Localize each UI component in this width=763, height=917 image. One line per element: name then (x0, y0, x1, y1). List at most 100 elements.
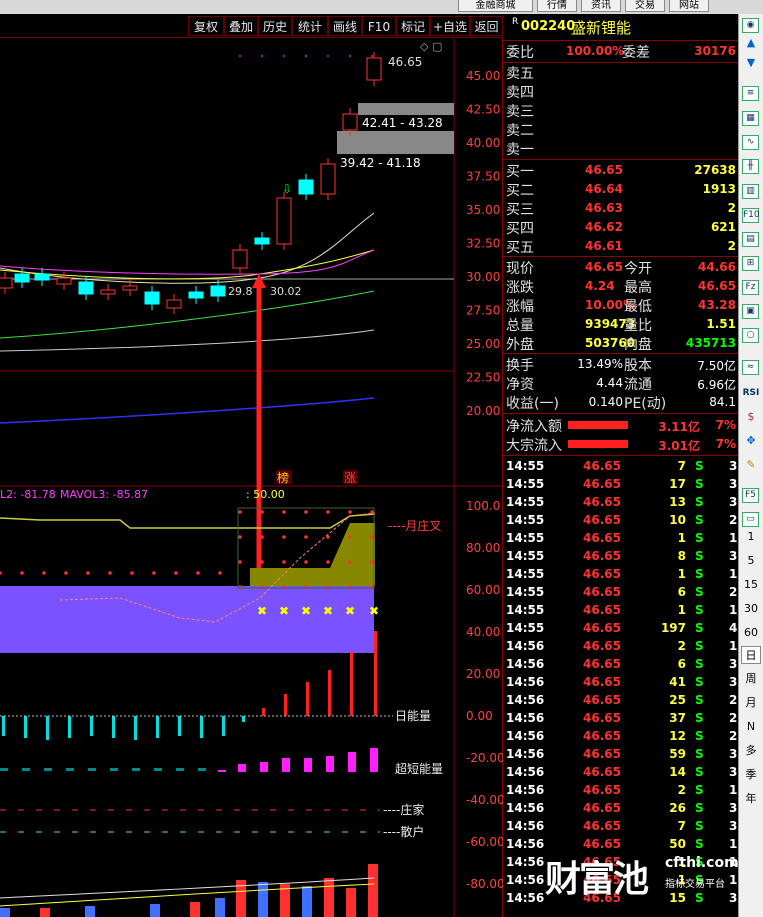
signal-dot (282, 535, 286, 539)
candle-body (276, 197, 292, 245)
list-icon[interactable]: ≡ (742, 86, 759, 101)
kline-chart-area[interactable]: 45.00 42.50 40.00 37.50 35.00 32.50 30.00 27.50… (0, 38, 503, 917)
buy-row[interactable]: 买四 46.62 621 (503, 218, 738, 237)
tick-price: 46.65 (583, 513, 621, 527)
period-60m[interactable]: 60 (741, 624, 761, 642)
indicator-tick: 40.00 (466, 625, 500, 639)
f10-button[interactable]: F10 (362, 16, 396, 36)
tick-volume: 2 (677, 783, 686, 797)
mark-button[interactable]: 标记 (396, 16, 430, 36)
menu-quotes[interactable]: 行情 (537, 0, 577, 12)
tick-time: 14:56 (506, 729, 545, 743)
app-icon[interactable]: ◉ (742, 18, 759, 33)
tick-side: S (695, 621, 704, 635)
tick-side: S (695, 531, 704, 545)
tick-price: 46.65 (583, 675, 621, 689)
menu-news[interactable]: 资讯 (581, 0, 621, 12)
period-15m[interactable]: 15 (741, 576, 761, 594)
bars-icon[interactable]: ▥ (742, 184, 759, 199)
signal-dot (196, 571, 200, 575)
buy-row[interactable]: 买二 46.64 1913 (503, 180, 738, 199)
chao-duan-bar-neg (198, 768, 206, 771)
arrow-up-icon[interactable]: ▲ (741, 34, 761, 52)
pencil-icon[interactable]: ✎ (741, 456, 761, 474)
volume-bar (150, 904, 160, 917)
buy-volume: 27638 (694, 163, 736, 177)
table-icon[interactable]: ▤ (742, 232, 759, 247)
period-1m[interactable]: 1 (741, 528, 761, 546)
volume-ma (0, 877, 375, 899)
period-week[interactable]: 周 (741, 670, 761, 688)
quote-row: 总量 939473 量比 1.51 (503, 315, 738, 334)
chao-duan-bar-neg (44, 768, 52, 771)
kline-icon[interactable]: ╫ (742, 159, 759, 174)
period-year[interactable]: 年 (741, 790, 761, 808)
add-watchlist-button[interactable]: +自选 (430, 16, 470, 36)
signal-dot (326, 560, 330, 564)
signal-dot (304, 560, 308, 564)
arrow-down-icon[interactable]: ▼ (741, 54, 761, 72)
tick-time: 14:56 (506, 891, 545, 905)
period-season[interactable]: 季 (741, 766, 761, 784)
calendar-icon[interactable]: ▣ (742, 304, 759, 319)
fz-icon[interactable]: Fz (742, 280, 759, 295)
stats-button[interactable]: 统计 (292, 16, 328, 36)
circle-icon[interactable]: ○ (742, 328, 759, 343)
history-button[interactable]: 历史 (258, 16, 292, 36)
money-icon[interactable]: $ (741, 408, 761, 426)
period-5m[interactable]: 5 (741, 552, 761, 570)
stock-header: R 002240 盛新锂能 (503, 17, 738, 39)
period-multi[interactable]: 多 (741, 742, 761, 760)
signal-dot (152, 571, 156, 575)
period-day[interactable]: 日 (741, 646, 761, 664)
stat-value: 4.44 (596, 376, 623, 390)
buy-row[interactable]: 买一 46.65 27638 (503, 161, 738, 180)
period-30m[interactable]: 30 (741, 600, 761, 618)
menu-site[interactable]: 网站 (669, 0, 709, 12)
buy-row[interactable]: 买五 46.61 2 (503, 237, 738, 256)
tick-volume: 12 (669, 729, 686, 743)
tree-icon[interactable]: ⊞ (742, 256, 759, 271)
price-tick: 35.00 (466, 203, 500, 217)
yue-zhuang-line (0, 513, 376, 529)
rsi-icon[interactable]: RSI (741, 384, 761, 402)
window-icon[interactable]: ▭ (742, 512, 759, 527)
energy-bar-down (222, 716, 225, 736)
back-button[interactable]: 返回 (470, 16, 503, 36)
f10-side-icon[interactable]: F10 (742, 208, 760, 223)
tick-row: 14:55 46.65 1 S 1 (503, 565, 738, 583)
flow-row: 净流入额 3.11亿 7% (503, 416, 738, 435)
buy-row[interactable]: 买三 46.63 2 (503, 199, 738, 218)
overlay-button[interactable]: 叠加 (224, 16, 258, 36)
stat-value-2: 84.1 (709, 395, 736, 409)
volume-bar (190, 902, 200, 917)
tick-count: 1 (729, 531, 738, 545)
tick-time: 14:56 (506, 873, 545, 887)
candle-body (298, 179, 314, 195)
tick-count: 2 (729, 711, 738, 725)
stat-value: 0.140 (588, 395, 623, 409)
period-n[interactable]: N (741, 718, 761, 736)
chao-duan-bar-neg (154, 768, 162, 771)
line-chart-icon[interactable]: ∿ (742, 135, 759, 150)
chao-duan-bar-neg (0, 768, 8, 771)
energy-bar-down (112, 716, 115, 738)
menu-mall[interactable]: 金融商城 (458, 0, 533, 12)
grid-icon[interactable]: ▦ (742, 111, 759, 126)
fuquan-button[interactable]: 复权 (188, 16, 224, 36)
f5-icon[interactable]: F5 (742, 488, 759, 503)
stat-value-2: 6.96亿 (697, 378, 736, 392)
stat-label-2: 流通 (624, 377, 652, 393)
tick-time: 14:55 (506, 531, 545, 545)
price-tick: 45.00 (466, 69, 500, 83)
wave-icon[interactable]: ≈ (742, 360, 759, 375)
draw-line-button[interactable]: 画线 (328, 16, 362, 36)
tick-row: 14:55 46.65 13 S 3 (503, 493, 738, 511)
buy-label: 买一 (506, 164, 534, 180)
tick-count: 1 (729, 567, 738, 581)
signal-dot (326, 510, 330, 514)
tick-time: 14:55 (506, 495, 545, 509)
menu-trade[interactable]: 交易 (625, 0, 665, 12)
period-month[interactable]: 月 (741, 694, 761, 712)
move-icon[interactable]: ✥ (741, 432, 761, 450)
